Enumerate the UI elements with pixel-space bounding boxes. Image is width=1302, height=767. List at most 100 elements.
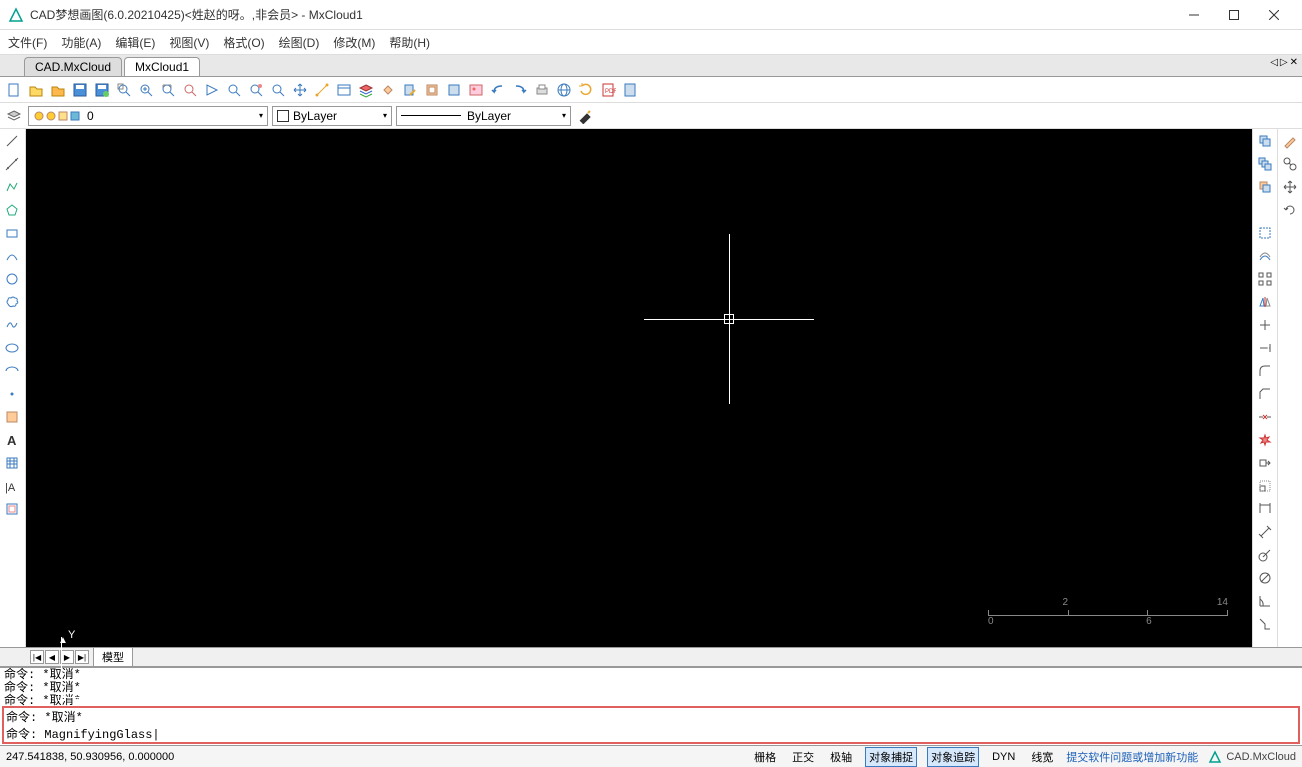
- break-icon[interactable]: [1255, 407, 1275, 427]
- copy-icon[interactable]: [1255, 131, 1275, 151]
- rotate-icon[interactable]: [1280, 200, 1300, 220]
- linetype-dropdown[interactable]: ByLayer ▾: [396, 106, 571, 126]
- circle-tool-icon[interactable]: [2, 269, 22, 289]
- tab-prev-icon[interactable]: ◀: [45, 650, 59, 664]
- scale-icon[interactable]: [1255, 476, 1275, 496]
- block-insert-icon[interactable]: [2, 407, 22, 427]
- zoom-all-icon[interactable]: [224, 80, 244, 100]
- pdf-icon[interactable]: PDF: [598, 80, 618, 100]
- tab-next-icon[interactable]: ▶: [60, 650, 74, 664]
- region-tool-icon[interactable]: [2, 499, 22, 519]
- new-file-icon[interactable]: [4, 80, 24, 100]
- feedback-link[interactable]: 提交软件问题或增加新功能: [1066, 749, 1198, 765]
- ellipse-arc-icon[interactable]: [2, 361, 22, 381]
- lineweight-toggle[interactable]: 线宽: [1028, 748, 1056, 766]
- image-icon[interactable]: [466, 80, 486, 100]
- dim-aligned-icon[interactable]: [1255, 522, 1275, 542]
- tab-close-icon[interactable]: ✕: [1290, 57, 1298, 68]
- menu-edit[interactable]: 编辑(E): [115, 34, 155, 51]
- polyline-tool-icon[interactable]: [2, 177, 22, 197]
- text-tool-icon[interactable]: A: [2, 430, 22, 450]
- block-icon[interactable]: [422, 80, 442, 100]
- grid-toggle[interactable]: 栅格: [751, 748, 779, 766]
- select-window-icon[interactable]: [1255, 223, 1275, 243]
- zoom-dynamic-icon[interactable]: [268, 80, 288, 100]
- menu-modify[interactable]: 修改(M): [333, 34, 375, 51]
- menu-help[interactable]: 帮助(H): [389, 34, 430, 51]
- refresh-icon[interactable]: [576, 80, 596, 100]
- menu-view[interactable]: 视图(V): [169, 34, 209, 51]
- save-icon[interactable]: [70, 80, 90, 100]
- offset-icon[interactable]: [1255, 246, 1275, 266]
- tab-last-icon[interactable]: ▶|: [75, 650, 89, 664]
- print-icon[interactable]: [532, 80, 552, 100]
- pan-icon[interactable]: [290, 80, 310, 100]
- matchprop-icon[interactable]: [575, 106, 595, 126]
- tab-next-icon[interactable]: ▷: [1280, 57, 1288, 68]
- maximize-button[interactable]: [1214, 1, 1254, 29]
- arc-tool-icon[interactable]: [2, 246, 22, 266]
- zoom-window-icon[interactable]: [114, 80, 134, 100]
- open-file-icon[interactable]: [26, 80, 46, 100]
- copy-multiple-icon[interactable]: [1255, 154, 1275, 174]
- polygon-tool-icon[interactable]: [2, 200, 22, 220]
- model-tab[interactable]: 模型: [93, 647, 133, 667]
- layer-manager-icon[interactable]: [4, 106, 24, 126]
- ortho-toggle[interactable]: 正交: [789, 748, 817, 766]
- move-icon[interactable]: [1280, 177, 1300, 197]
- web-icon[interactable]: [554, 80, 574, 100]
- tab-mxcloud1[interactable]: MxCloud1: [124, 57, 200, 76]
- stretch-icon[interactable]: [1255, 453, 1275, 473]
- layer-dropdown[interactable]: 0 ▾: [28, 106, 268, 126]
- tab-cad-mxcloud[interactable]: CAD.MxCloud: [24, 57, 122, 76]
- measure-icon[interactable]: [312, 80, 332, 100]
- menu-function[interactable]: 功能(A): [61, 34, 101, 51]
- rectangle-tool-icon[interactable]: [2, 223, 22, 243]
- spline-tool-icon[interactable]: [2, 315, 22, 335]
- zoom-extents-icon[interactable]: [158, 80, 178, 100]
- trim-icon[interactable]: [1255, 315, 1275, 335]
- redo-icon[interactable]: [510, 80, 530, 100]
- extend-icon[interactable]: [1255, 338, 1275, 358]
- move-circular-icon[interactable]: [1280, 154, 1300, 174]
- paste-icon[interactable]: [1255, 177, 1275, 197]
- zoom-center-icon[interactable]: [246, 80, 266, 100]
- dim-radius-icon[interactable]: [1255, 545, 1275, 565]
- line-tool-icon[interactable]: [2, 131, 22, 151]
- dyn-toggle[interactable]: DYN: [989, 750, 1018, 764]
- dim-angular-icon[interactable]: [1255, 591, 1275, 611]
- array-icon[interactable]: [1255, 269, 1275, 289]
- undo-icon[interactable]: [488, 80, 508, 100]
- close-button[interactable]: [1254, 1, 1294, 29]
- mtext-tool-icon[interactable]: |A: [2, 476, 22, 496]
- leader-icon[interactable]: [1255, 614, 1275, 634]
- menu-file[interactable]: 文件(F): [8, 34, 47, 51]
- dim-diameter-icon[interactable]: [1255, 568, 1275, 588]
- fillet-icon[interactable]: [1255, 361, 1275, 381]
- drawing-canvas[interactable]: ▲ Y ▶ X 214 06: [26, 129, 1252, 647]
- zoom-previous-icon[interactable]: [202, 80, 222, 100]
- explode-icon[interactable]: [1255, 430, 1275, 450]
- chamfer-icon[interactable]: [1255, 384, 1275, 404]
- point-tool-icon[interactable]: [2, 384, 22, 404]
- save-as-icon[interactable]: [92, 80, 112, 100]
- mirror-icon[interactable]: [1255, 292, 1275, 312]
- minimize-button[interactable]: [1174, 1, 1214, 29]
- color-dropdown[interactable]: ByLayer ▾: [272, 106, 392, 126]
- tab-prev-icon[interactable]: ◁: [1270, 57, 1278, 68]
- construction-line-icon[interactable]: [2, 154, 22, 174]
- erase-icon[interactable]: [378, 80, 398, 100]
- copy-properties-icon[interactable]: [400, 80, 420, 100]
- ellipse-tool-icon[interactable]: [2, 338, 22, 358]
- insert-icon[interactable]: [444, 80, 464, 100]
- hatch-tool-icon[interactable]: [2, 453, 22, 473]
- command-input[interactable]: 命令: MagnifyingGlass|: [6, 725, 1296, 742]
- menu-draw[interactable]: 绘图(D): [279, 34, 320, 51]
- dim-linear-icon[interactable]: [1255, 499, 1275, 519]
- edit-icon[interactable]: [1280, 131, 1300, 151]
- menu-format[interactable]: 格式(O): [223, 34, 264, 51]
- zoom-realtime-icon[interactable]: [180, 80, 200, 100]
- properties-icon[interactable]: [334, 80, 354, 100]
- polar-toggle[interactable]: 极轴: [827, 748, 855, 766]
- open-folder-icon[interactable]: [48, 80, 68, 100]
